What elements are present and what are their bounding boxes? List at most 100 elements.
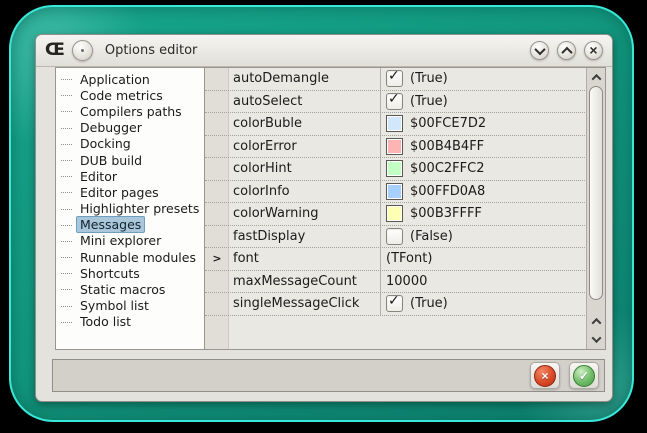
property-row-colorBuble[interactable]: colorBuble $00FCE7D2: [205, 113, 587, 136]
expand-arrow-icon: >: [205, 252, 229, 265]
property-row-maxMessageCount[interactable]: maxMessageCount 10000: [205, 271, 587, 294]
property-name: fastDisplay: [229, 229, 380, 244]
property-name: maxMessageCount: [229, 274, 380, 289]
sidebar-item-docking[interactable]: Docking: [56, 136, 204, 152]
maximize-button[interactable]: [557, 41, 576, 60]
sidebar-item-label: Shortcuts: [76, 265, 144, 282]
checkbox[interactable]: [386, 228, 403, 245]
property-value-cell: (TFont): [380, 248, 587, 270]
window-menu-button[interactable]: [72, 40, 93, 61]
sidebar-item-label: Editor pages: [76, 184, 163, 201]
sidebar-item-application[interactable]: Application: [56, 71, 204, 87]
property-row-autoSelect[interactable]: autoSelect ✓(True): [205, 91, 587, 114]
sidebar-item-label: Compilers paths: [76, 103, 186, 120]
property-row-colorHint[interactable]: colorHint $00C2FFC2: [205, 158, 587, 181]
property-name: colorWarning: [229, 206, 380, 221]
property-row-font[interactable]: > font (TFont): [205, 248, 587, 271]
accept-button[interactable]: ✓: [569, 362, 599, 389]
sidebar-item-label: Highlighter presets: [76, 200, 203, 217]
sidebar-item-label: Runnable modules: [76, 249, 200, 266]
color-swatch[interactable]: [386, 138, 403, 155]
sidebar-item-label: Code metrics: [76, 87, 167, 104]
sidebar-item-compilers-paths[interactable]: Compilers paths: [56, 103, 204, 119]
sidebar-item-shortcuts[interactable]: Shortcuts: [56, 265, 204, 281]
sidebar-item-label: Messages: [76, 216, 145, 233]
color-swatch[interactable]: [386, 160, 403, 177]
property-name: autoSelect: [229, 94, 380, 109]
property-name: singleMessageClick: [229, 296, 380, 311]
sidebar-item-label: Editor: [76, 168, 121, 185]
vertical-scrollbar[interactable]: [586, 68, 605, 349]
chevron-up-icon: [591, 73, 601, 83]
sidebar-item-label: Symbol list: [76, 297, 153, 314]
sidebar-item-highlighter-presets[interactable]: Highlighter presets: [56, 201, 204, 217]
chevron-up-icon: [561, 46, 572, 57]
sidebar-item-editor[interactable]: Editor: [56, 168, 204, 184]
check-icon: ✓: [388, 293, 400, 309]
property-name: font: [229, 251, 380, 266]
property-value-cell: ✓ (True): [380, 68, 587, 90]
checkbox[interactable]: ✓: [386, 93, 403, 110]
property-value-cell: $00B4B4FF: [380, 136, 587, 158]
property-value: 10000: [386, 274, 427, 289]
sidebar-item-label: Application: [76, 71, 154, 88]
property-row-singleMessageClick[interactable]: singleMessageClick ✓(True): [205, 293, 587, 316]
property-row-fastDisplay[interactable]: fastDisplay (False): [205, 226, 587, 249]
property-name: colorHint: [229, 161, 380, 176]
sidebar-item-todo-list[interactable]: Todo list: [56, 314, 204, 330]
property-row-autoDemangle[interactable]: autoDemangle ✓(True): [205, 68, 587, 91]
scroll-up-button-secondary[interactable]: [587, 313, 605, 329]
checkbox[interactable]: ✓: [386, 295, 403, 312]
checkbox[interactable]: ✓: [386, 70, 403, 87]
sidebar-item-label: Todo list: [76, 313, 135, 330]
property-value: (True): [410, 71, 448, 86]
property-value-cell: (False): [380, 226, 587, 248]
property-value: (TFont): [386, 251, 432, 266]
close-icon: ×: [589, 43, 597, 57]
menu-dot-icon: [81, 49, 84, 52]
accept-icon: ✓: [573, 365, 595, 387]
property-value: $00C2FFC2: [410, 161, 484, 176]
color-swatch[interactable]: [386, 205, 403, 222]
sidebar-item-runnable-modules[interactable]: Runnable modules: [56, 249, 204, 265]
sidebar-item-dub-build[interactable]: DUB build: [56, 152, 204, 168]
color-swatch[interactable]: [386, 115, 403, 132]
sidebar-item-label: Debugger: [76, 119, 146, 136]
sidebar-item-static-macros[interactable]: Static macros: [56, 281, 204, 297]
property-value: (False): [410, 229, 453, 244]
chevron-down-icon: [591, 333, 601, 343]
property-value-cell: $00FCE7D2: [380, 113, 587, 135]
scroll-down-button[interactable]: [587, 331, 605, 347]
check-icon: ✓: [388, 91, 400, 107]
property-value: $00FCE7D2: [410, 116, 486, 131]
sidebar-item-code-metrics[interactable]: Code metrics: [56, 87, 204, 103]
sidebar-item-messages[interactable]: Messages: [56, 217, 204, 233]
scroll-up-button[interactable]: [587, 69, 605, 85]
property-grid: autoDemangle ✓(True) autoSelect ✓(True) …: [205, 67, 606, 350]
titlebar: Œ Options editor ×: [36, 35, 612, 67]
property-row-colorInfo[interactable]: colorInfo $00FFD0A8: [205, 181, 587, 204]
property-value: $00B3FFFF: [410, 206, 482, 221]
property-value-cell: 10000: [380, 271, 587, 293]
property-value-cell: ✓(True): [380, 91, 587, 113]
sidebar-item-debugger[interactable]: Debugger: [56, 120, 204, 136]
content-area: Application Code metrics Compilers paths…: [55, 67, 606, 350]
chevron-down-icon: [534, 43, 545, 54]
close-button[interactable]: ×: [584, 41, 603, 60]
minimize-button[interactable]: [530, 41, 549, 60]
sidebar-item-editor-pages[interactable]: Editor pages: [56, 184, 204, 200]
property-row-colorWarning[interactable]: colorWarning $00B3FFFF: [205, 203, 587, 226]
cancel-button[interactable]: ×: [530, 362, 560, 389]
sidebar-item-label: Static macros: [76, 281, 169, 298]
sidebar-item-mini-explorer[interactable]: Mini explorer: [56, 233, 204, 249]
scrollbar-thumb[interactable]: [589, 86, 603, 300]
sidebar-item-symbol-list[interactable]: Symbol list: [56, 298, 204, 314]
color-swatch[interactable]: [386, 183, 403, 200]
property-value-cell: $00FFD0A8: [380, 181, 587, 203]
cancel-icon: ×: [534, 365, 556, 387]
chevron-up-icon: [591, 317, 601, 327]
check-icon: ✓: [388, 68, 400, 84]
options-editor-window: Œ Options editor × Application Code metr…: [35, 34, 613, 402]
sidebar-item-label: Mini explorer: [76, 232, 165, 249]
property-row-colorError[interactable]: colorError $00B4B4FF: [205, 136, 587, 159]
